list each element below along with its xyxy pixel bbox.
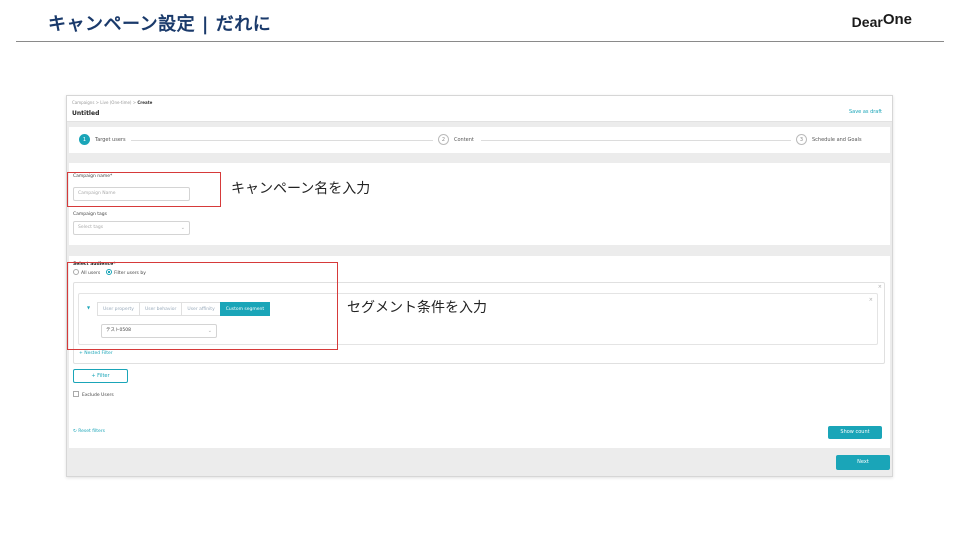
close-icon[interactable]: × — [878, 284, 882, 290]
exclude-users-row: Exclude Users — [73, 391, 114, 398]
exclude-users-checkbox[interactable] — [73, 391, 79, 397]
dearone-logo: DearOne — [852, 11, 912, 30]
logo-super: One — [882, 11, 912, 28]
slide-title: キャンペーン設定 | だれに — [48, 14, 272, 35]
campaign-tags-placeholder: Select tags — [78, 225, 104, 230]
reset-filters-link[interactable]: ↻ Reset filters — [73, 429, 105, 434]
reset-filters-label: Reset filters — [78, 429, 106, 434]
campaign-name-callout: キャンペーン名を入力 — [231, 181, 371, 197]
audience-highlight — [67, 262, 338, 350]
page-title: Untitled — [72, 110, 100, 117]
logo-main: Dear — [851, 14, 883, 30]
step-1-label[interactable]: Target users — [95, 137, 126, 143]
campaign-tags-label: Campaign tags — [73, 212, 108, 217]
segment-callout: セグメント条件を入力 — [347, 300, 487, 316]
nested-filter-link[interactable]: + Nested Filter — [79, 351, 113, 356]
step-3-circle[interactable]: 3 — [796, 134, 807, 145]
show-count-button[interactable]: Show count — [828, 426, 882, 439]
header-divider — [16, 41, 944, 42]
campaign-name-highlight — [67, 172, 221, 207]
add-filter-button[interactable]: + Filter — [73, 369, 128, 383]
chevron-down-icon: ⌄ — [180, 225, 185, 231]
step-1-circle[interactable]: 1 — [79, 134, 90, 145]
step-connector — [481, 140, 791, 141]
top-bar: Campaigns > Live (One-time) > Create Unt… — [67, 96, 892, 122]
stepper: 1 Target users 2 Content 3 Schedule and … — [69, 127, 890, 153]
step-connector — [131, 140, 433, 141]
close-icon[interactable]: × — [869, 297, 873, 303]
exclude-users-label[interactable]: Exclude Users — [82, 393, 114, 398]
campaign-tags-select[interactable]: Select tags ⌄ — [73, 221, 190, 235]
step-2-label[interactable]: Content — [454, 137, 474, 143]
breadcrumb-trail[interactable]: Campaigns > Live (One-time) > — [72, 100, 137, 105]
step-2-circle[interactable]: 2 — [438, 134, 449, 145]
breadcrumb: Campaigns > Live (One-time) > Create — [72, 100, 152, 105]
breadcrumb-current: Create — [137, 100, 153, 105]
save-as-draft-link[interactable]: Save as draft — [849, 109, 882, 115]
step-3-label[interactable]: Schedule and Goals — [812, 137, 862, 143]
next-button[interactable]: Next — [836, 455, 890, 470]
